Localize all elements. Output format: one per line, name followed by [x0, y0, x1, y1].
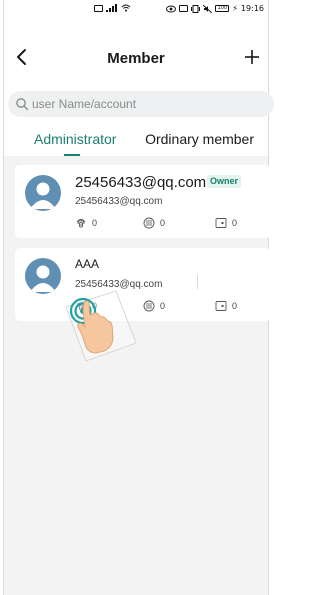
avatar: [25, 175, 61, 211]
card-count: 0: [232, 218, 238, 228]
search-bar[interactable]: [8, 91, 274, 117]
keypad-icon: [143, 217, 155, 229]
tab-administrator[interactable]: Administrator: [34, 131, 116, 147]
member-name: 25456433@qq.com: [75, 174, 207, 191]
owner-badge: Owner: [207, 175, 242, 188]
header: Member: [4, 40, 268, 76]
fingerprint-stat: 0: [75, 217, 97, 229]
tap-hand-icon: [65, 290, 137, 362]
password-stat: 0: [143, 300, 165, 312]
app-frame: 100 ⚡︎ 19:16 Member Administrator Ord: [3, 0, 274, 595]
card-stat: 0: [215, 217, 237, 229]
password-count: 0: [160, 218, 166, 228]
tab-ordinary-member[interactable]: Ordinary member: [145, 131, 254, 147]
eye-icon: [166, 5, 177, 12]
password-stat: 0: [143, 217, 165, 229]
tab-bar: Administrator Ordinary member: [4, 128, 268, 156]
member-account: 25456433@qq.com: [75, 196, 163, 207]
mute-icon: [203, 4, 213, 13]
member-card[interactable]: AAA 25456433@qq.com 0 0 0: [15, 248, 271, 321]
nfc-icon: [179, 5, 189, 12]
battery-indicator: 100: [215, 5, 230, 12]
card-icon: [215, 218, 227, 228]
card-icon: [215, 301, 227, 311]
status-right: 100 ⚡︎ 19:16: [166, 4, 264, 13]
member-name: AAA: [75, 257, 100, 271]
sim-icon: [94, 4, 103, 12]
add-member-button[interactable]: [242, 46, 262, 68]
signal-icon: [106, 4, 117, 12]
clock: 19:16: [240, 4, 264, 13]
search-icon: [16, 98, 29, 111]
wifi-icon: [121, 4, 131, 12]
search-input[interactable]: [32, 91, 252, 117]
status-bar: 100 ⚡︎ 19:16: [4, 0, 268, 22]
card-stat: 0: [215, 300, 237, 312]
password-count: 0: [160, 301, 166, 311]
status-left: [94, 4, 131, 12]
divider: [197, 275, 198, 289]
vibrate-icon: [191, 4, 201, 13]
keypad-icon: [143, 300, 155, 312]
card-count: 0: [232, 301, 238, 311]
fingerprint-count: 0: [92, 218, 98, 228]
user-icon: [30, 182, 56, 209]
fingerprint-icon: [76, 219, 86, 228]
credential-stats: 0 0 0: [75, 217, 265, 231]
page-title: Member: [107, 50, 165, 67]
plus-icon: [245, 50, 259, 64]
lightning-icon: ⚡︎: [232, 4, 238, 13]
member-card[interactable]: 25456433@qq.com Owner 25456433@qq.com 0: [15, 165, 271, 238]
